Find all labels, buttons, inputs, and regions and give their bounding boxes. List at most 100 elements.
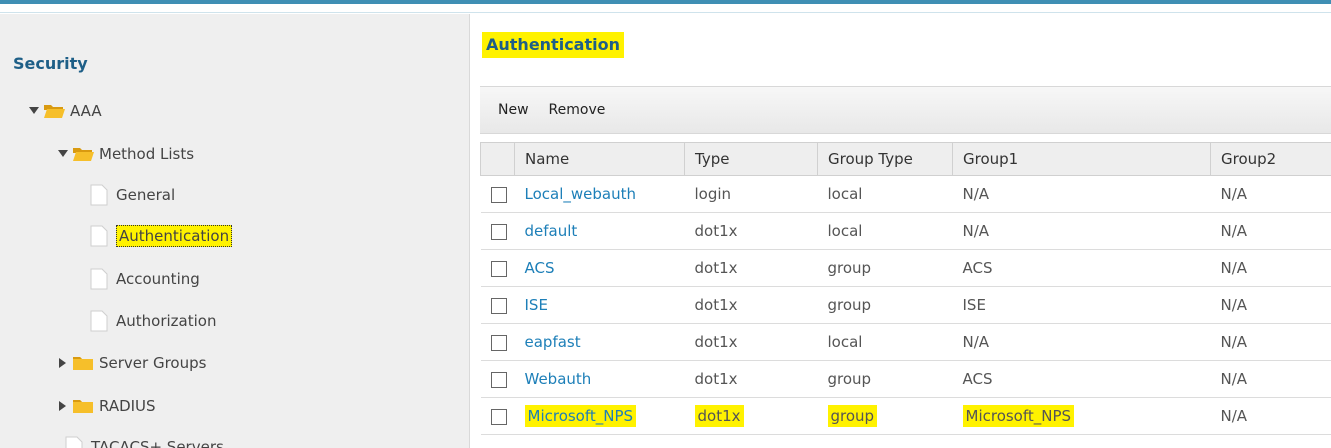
- table-row: ACS dot1x group ACS N/A: [480, 249, 1331, 287]
- tree-item-accounting[interactable]: Accounting: [90, 264, 200, 294]
- group2-cell: N/A: [1210, 249, 1331, 287]
- type-cell: dot1x: [684, 212, 818, 250]
- document-icon: [90, 310, 108, 332]
- group2-cell: N/A: [1210, 323, 1331, 361]
- document-icon: [90, 184, 108, 206]
- type-cell: dot1x: [684, 360, 818, 398]
- collapsed-arrow-icon[interactable]: [57, 357, 69, 369]
- authentication-table: Name Type Group Type Group1 Group2 Local…: [480, 142, 1331, 435]
- table-row: default dot1x local N/A N/A: [480, 212, 1331, 250]
- highlighted-text: dot1x: [694, 405, 744, 427]
- sidebar-title: Security: [13, 54, 88, 73]
- type-cell: dot1x: [684, 323, 818, 361]
- group1-cell: N/A: [952, 175, 1211, 213]
- table-row: eapfast dot1x local N/A N/A: [480, 323, 1331, 361]
- group1-cell: ISE: [952, 286, 1211, 324]
- highlighted-text: group: [827, 405, 878, 427]
- tree-item-method-lists[interactable]: Method Lists: [57, 139, 194, 169]
- group-type-cell: group: [817, 249, 953, 287]
- method-name-link[interactable]: Webauth: [514, 360, 685, 398]
- group-type-cell: group: [817, 397, 953, 435]
- column-header-group2[interactable]: Group2: [1210, 142, 1331, 176]
- tree-item-label: Authorization: [116, 312, 217, 330]
- group2-cell: N/A: [1210, 397, 1331, 435]
- method-name-link[interactable]: Microsoft_NPS: [514, 397, 685, 435]
- tree-item-general[interactable]: General: [90, 180, 175, 210]
- group-type-cell: local: [817, 212, 953, 250]
- document-icon: [90, 268, 108, 290]
- column-header-type[interactable]: Type: [684, 142, 818, 176]
- type-cell: dot1x: [684, 397, 818, 435]
- tree-item-label: Accounting: [116, 270, 200, 288]
- tree-item-label: AAA: [70, 102, 102, 120]
- column-header-group1[interactable]: Group1: [952, 142, 1211, 176]
- expanded-arrow-icon[interactable]: [57, 148, 69, 160]
- row-checkbox[interactable]: [490, 408, 507, 425]
- group2-cell: N/A: [1210, 286, 1331, 324]
- group-type-cell: local: [817, 323, 953, 361]
- document-icon: [90, 225, 108, 247]
- page-title: Authentication: [482, 32, 624, 58]
- highlighted-text: Microsoft_NPS: [962, 405, 1075, 427]
- tree-item-label: RADIUS: [99, 397, 156, 415]
- group1-cell: N/A: [952, 212, 1211, 250]
- tree-item-label: Server Groups: [99, 354, 207, 372]
- toolbar: New Remove: [480, 86, 1331, 134]
- group1-cell: ACS: [952, 249, 1211, 287]
- document-icon: [65, 436, 83, 448]
- group-type-cell: local: [817, 175, 953, 213]
- row-checkbox[interactable]: [490, 223, 507, 240]
- table-row: ISE dot1x group ISE N/A: [480, 286, 1331, 324]
- method-name-link[interactable]: ACS: [514, 249, 685, 287]
- group2-cell: N/A: [1210, 212, 1331, 250]
- highlighted-text: Microsoft_NPS: [524, 405, 637, 427]
- tree-item-label: General: [116, 186, 176, 204]
- select-column-header: [480, 142, 515, 176]
- folder-icon: [72, 354, 94, 372]
- tree-item-authorization[interactable]: Authorization: [90, 306, 216, 336]
- group1-cell: N/A: [952, 323, 1211, 361]
- tree-item-label: TACACS+ Servers: [91, 438, 224, 448]
- column-header-name[interactable]: Name: [514, 142, 685, 176]
- tree-item-authentication[interactable]: Authentication: [90, 221, 233, 251]
- top-accent-bar: [0, 0, 1331, 13]
- row-checkbox[interactable]: [490, 371, 507, 388]
- row-checkbox[interactable]: [490, 334, 507, 351]
- method-name-link[interactable]: Local_webauth: [514, 175, 685, 213]
- type-cell: dot1x: [684, 249, 818, 287]
- expanded-arrow-icon[interactable]: [28, 105, 40, 117]
- table-row: Local_webauth login local N/A N/A: [480, 175, 1331, 213]
- collapsed-arrow-icon[interactable]: [57, 400, 69, 412]
- tree-item-label: Method Lists: [99, 145, 195, 163]
- remove-button[interactable]: Remove: [549, 102, 606, 118]
- type-cell: login: [684, 175, 818, 213]
- tree-item-aaa[interactable]: AAA: [28, 96, 102, 126]
- group2-cell: N/A: [1210, 360, 1331, 398]
- method-name-link[interactable]: default: [514, 212, 685, 250]
- group1-cell: Microsoft_NPS: [952, 397, 1211, 435]
- tree-item-server-groups[interactable]: Server Groups: [57, 348, 206, 378]
- open-folder-icon: [72, 145, 94, 163]
- tree-item-radius[interactable]: RADIUS: [57, 391, 156, 421]
- folder-icon: [72, 397, 94, 415]
- row-checkbox[interactable]: [490, 260, 507, 277]
- type-cell: dot1x: [684, 286, 818, 324]
- table-row: Webauth dot1x group ACS N/A: [480, 360, 1331, 398]
- main-panel: Authentication New Remove Name Type Grou…: [470, 14, 1331, 448]
- group2-cell: N/A: [1210, 175, 1331, 213]
- sidebar: Security AAA Method Lists General Authen…: [0, 14, 470, 448]
- method-name-link[interactable]: eapfast: [514, 323, 685, 361]
- row-checkbox[interactable]: [490, 186, 507, 203]
- column-header-group-type[interactable]: Group Type: [817, 142, 953, 176]
- tree-item-label: Authentication: [116, 225, 233, 247]
- row-checkbox[interactable]: [490, 297, 507, 314]
- new-button[interactable]: New: [498, 102, 529, 118]
- open-folder-icon: [43, 102, 65, 120]
- group1-cell: ACS: [952, 360, 1211, 398]
- group-type-cell: group: [817, 286, 953, 324]
- method-name-link[interactable]: ISE: [514, 286, 685, 324]
- group-type-cell: group: [817, 360, 953, 398]
- table-row: Microsoft_NPS dot1x group Microsoft_NPS …: [480, 397, 1331, 435]
- tree-item-tacacs-servers[interactable]: TACACS+ Servers: [65, 432, 224, 448]
- table-header-row: Name Type Group Type Group1 Group2: [480, 142, 1331, 176]
